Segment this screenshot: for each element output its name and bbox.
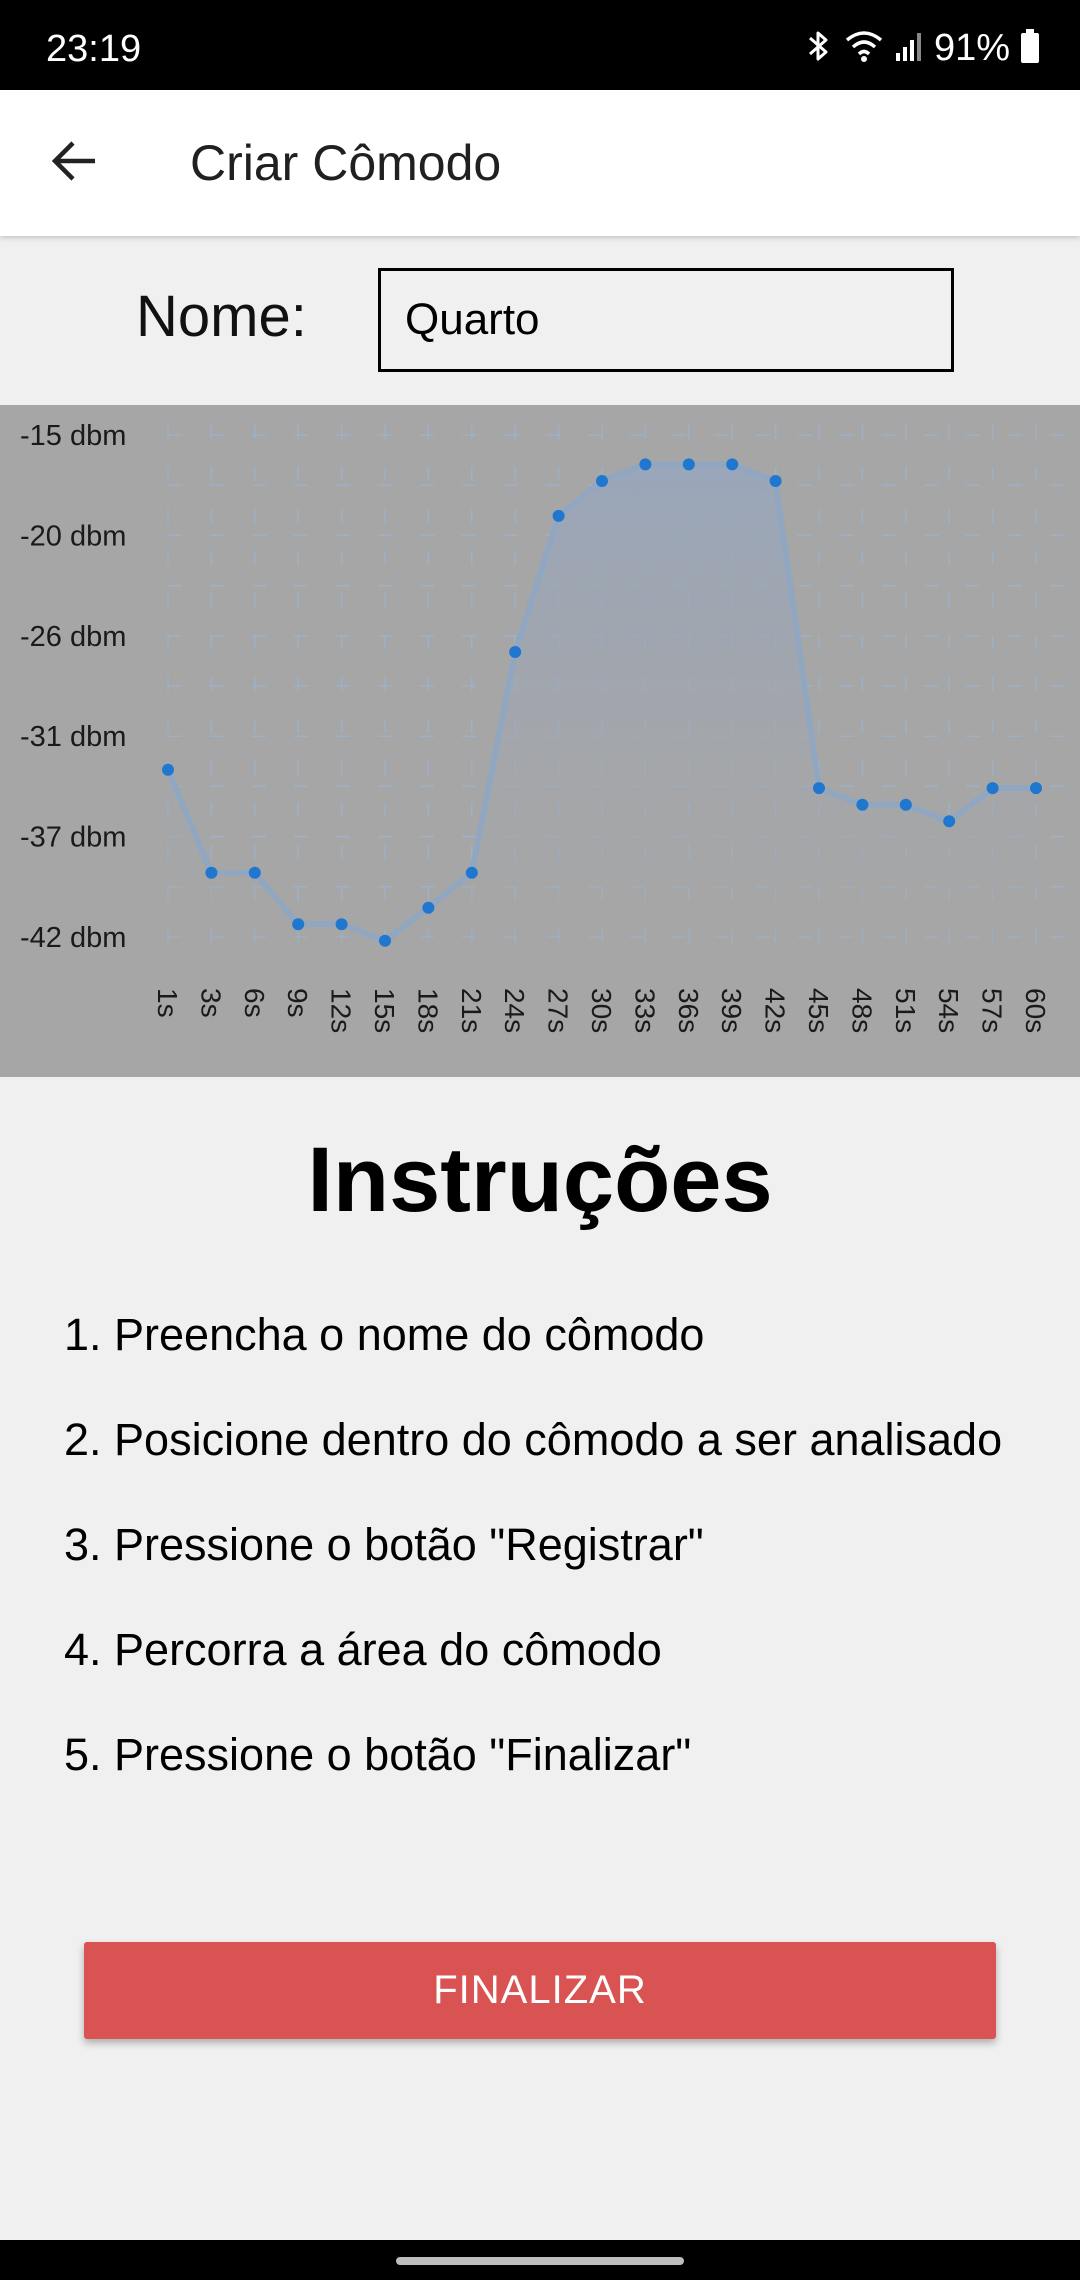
y-tick-label: -15 dbm — [20, 420, 126, 452]
x-tick-label: 36s — [673, 988, 704, 1033]
x-tick-label: 21s — [456, 988, 487, 1033]
finalize-button[interactable]: FINALIZAR — [84, 1942, 996, 2039]
signal-chart-svg: -15 dbm -20 dbm -26 dbm -31 dbm -37 dbm -42 d… — [20, 420, 1080, 1033]
x-tick-label: 18s — [412, 988, 443, 1033]
data-point — [726, 458, 739, 471]
status-time: 23:19 — [46, 28, 142, 70]
battery-icon — [1020, 28, 1040, 69]
app-bar: Criar Cômodo — [0, 90, 1080, 236]
home-handle[interactable] — [396, 2257, 684, 2265]
x-tick-label: 12s — [326, 988, 357, 1033]
data-point — [162, 763, 174, 776]
data-point — [335, 918, 348, 931]
navigation-bar — [0, 2240, 1080, 2280]
x-tick-label: 27s — [543, 988, 574, 1033]
data-point — [248, 866, 261, 879]
data-point — [682, 458, 695, 471]
x-tick-label: 33s — [629, 988, 660, 1033]
x-tick-label: 54s — [933, 988, 964, 1033]
x-tick-label: 15s — [369, 988, 400, 1033]
data-point — [639, 458, 652, 471]
data-point — [769, 474, 782, 487]
signal-chart: -15 dbm -20 dbm -26 dbm -31 dbm -37 dbm -42 d… — [0, 405, 1080, 1077]
data-point — [986, 782, 999, 795]
data-point — [552, 509, 565, 522]
x-tick-label: 45s — [803, 988, 834, 1033]
status-bar: 23:19 91% — [0, 0, 1080, 90]
x-tick-label: 1s — [152, 988, 183, 1018]
data-point — [943, 815, 956, 828]
instruction-step: 5. Pressione o botão "Finalizar" — [64, 1729, 692, 1780]
data-point — [856, 798, 869, 811]
data-point — [465, 866, 478, 879]
battery-percent: 91% — [933, 27, 1010, 69]
x-tick-label: 9s — [282, 988, 313, 1018]
data-point — [596, 474, 608, 487]
instruction-step: 4. Percorra a área do cômodo — [64, 1624, 662, 1675]
data-point — [1030, 782, 1042, 795]
signal-icon — [894, 29, 924, 68]
instructions-list: 1. Preencha o nome do cômodo 2. Posicion… — [64, 1310, 1074, 1835]
x-tick-label: 24s — [499, 988, 530, 1033]
wifi-icon — [844, 28, 884, 69]
y-tick-label: -31 dbm — [20, 721, 126, 753]
y-tick-label: -26 dbm — [20, 621, 126, 653]
x-tick-label: 6s — [239, 988, 270, 1018]
name-label: Nome: — [136, 284, 307, 349]
page-title: Criar Cômodo — [190, 135, 502, 191]
name-input[interactable] — [378, 268, 954, 372]
y-tick-label: -42 dbm — [20, 922, 126, 954]
status-icons: 91% — [804, 28, 1040, 68]
x-tick-label: 48s — [846, 988, 877, 1033]
data-point — [292, 918, 305, 931]
x-tick-label: 51s — [890, 988, 921, 1033]
series-area — [168, 464, 1036, 950]
x-tick-label: 3s — [195, 988, 226, 1018]
x-tick-label: 60s — [1020, 988, 1051, 1033]
data-point — [205, 866, 218, 879]
instruction-step: 2. Posicione dentro do cômodo a ser anal… — [64, 1414, 1003, 1465]
x-tick-label: 42s — [760, 988, 791, 1033]
instructions-title: Instruções — [307, 1129, 773, 1231]
data-point — [379, 934, 391, 947]
data-point — [509, 646, 522, 659]
x-tick-label: 39s — [716, 988, 747, 1033]
instruction-step: 3. Pressione o botão "Registrar" — [64, 1519, 704, 1570]
back-button[interactable] — [34, 126, 114, 200]
instruction-step: 1. Preencha o nome do cômodo — [64, 1309, 705, 1360]
arrow-left-icon — [49, 138, 99, 189]
y-tick-label: -37 dbm — [20, 822, 126, 854]
data-point — [422, 901, 435, 914]
data-point — [899, 798, 912, 811]
x-tick-label: 30s — [586, 988, 617, 1033]
y-tick-label: -20 dbm — [20, 520, 126, 552]
bluetooth-icon — [804, 28, 834, 69]
x-tick-label: 57s — [977, 988, 1008, 1033]
data-point — [813, 782, 825, 795]
